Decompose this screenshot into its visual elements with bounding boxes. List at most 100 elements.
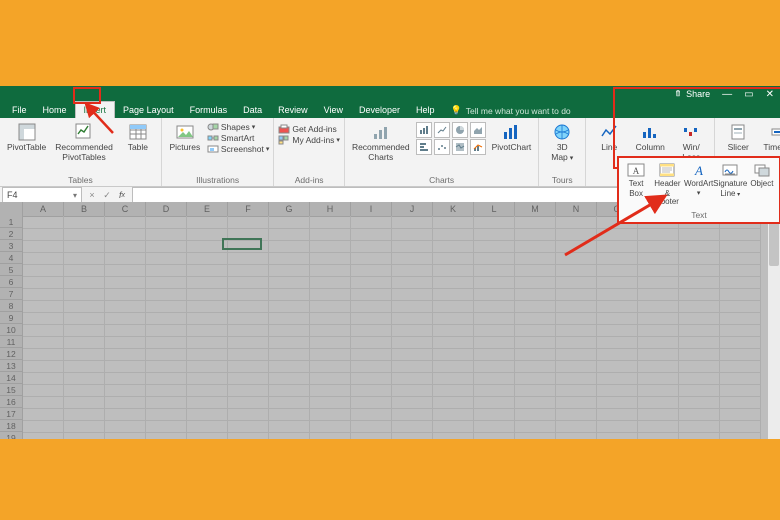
cell[interactable]: [269, 432, 310, 439]
column-header[interactable]: F: [228, 202, 269, 216]
row-header[interactable]: 4: [0, 252, 23, 264]
worksheet-grid[interactable]: ABCDEFGHIJKLMNOPQR 123456789101112131415…: [0, 202, 780, 439]
wordart-button[interactable]: A WordArt ▾: [684, 162, 714, 206]
cell[interactable]: [310, 432, 351, 439]
signature-line-button[interactable]: Signature Line ▾: [715, 162, 746, 206]
row-header[interactable]: 14: [0, 372, 23, 384]
chart-bar-icon[interactable]: [416, 139, 432, 155]
column-header[interactable]: M: [515, 202, 556, 216]
row-header[interactable]: 18: [0, 420, 23, 432]
pivottable-button[interactable]: PivotTable: [4, 120, 49, 154]
get-addins-button[interactable]: Get Add-ins: [278, 124, 340, 134]
tab-formulas[interactable]: Formulas: [182, 102, 236, 118]
cell[interactable]: [515, 432, 556, 439]
close-button[interactable]: ✕: [766, 89, 774, 100]
chart-pie-icon[interactable]: [452, 122, 468, 138]
share-button[interactable]: Share: [673, 89, 710, 99]
textbox-button[interactable]: A Text Box: [621, 162, 651, 206]
row-header[interactable]: 3: [0, 240, 23, 252]
row-header[interactable]: 8: [0, 300, 23, 312]
vertical-scrollbar[interactable]: [768, 202, 780, 439]
object-button[interactable]: Object: [747, 162, 777, 206]
cell[interactable]: [597, 432, 638, 439]
cell[interactable]: [679, 432, 720, 439]
tell-me-search[interactable]: 💡 Tell me what you want to do: [451, 105, 571, 116]
row-header[interactable]: 2: [0, 228, 23, 240]
accept-formula-icon[interactable]: ✓: [101, 189, 113, 201]
recommended-pivottables-button[interactable]: Recommended PivotTables: [52, 120, 116, 164]
column-header[interactable]: N: [556, 202, 597, 216]
cell[interactable]: [64, 432, 105, 439]
row-header[interactable]: 12: [0, 348, 23, 360]
my-addins-button[interactable]: My Add-ins▾: [278, 135, 340, 145]
chart-line-icon[interactable]: [434, 122, 450, 138]
row-header[interactable]: 6: [0, 276, 23, 288]
timeline-button[interactable]: Timeline: [760, 120, 780, 154]
tab-page-layout[interactable]: Page Layout: [115, 102, 182, 118]
minimize-button[interactable]: —: [722, 89, 732, 100]
column-header[interactable]: H: [310, 202, 351, 216]
chart-combo-icon[interactable]: [470, 139, 486, 155]
tab-insert[interactable]: Insert: [75, 101, 116, 118]
row-header[interactable]: 7: [0, 288, 23, 300]
pictures-button[interactable]: Pictures: [166, 120, 204, 154]
chart-column-icon[interactable]: [416, 122, 432, 138]
sparkline-column-button[interactable]: Column: [631, 120, 669, 154]
cell[interactable]: [392, 432, 433, 439]
cell[interactable]: [23, 432, 64, 439]
cell[interactable]: [105, 432, 146, 439]
slicer-button[interactable]: Slicer: [719, 120, 757, 154]
column-header[interactable]: G: [269, 202, 310, 216]
tab-help[interactable]: Help: [408, 102, 443, 118]
row-header[interactable]: 10: [0, 324, 23, 336]
column-header[interactable]: C: [105, 202, 146, 216]
row-header[interactable]: 1: [0, 216, 23, 228]
recommended-charts-button[interactable]: Recommended Charts: [349, 120, 413, 164]
tab-file[interactable]: File: [4, 102, 35, 118]
select-all-cell[interactable]: [0, 202, 23, 217]
cell[interactable]: [146, 432, 187, 439]
name-box[interactable]: F4▾: [2, 187, 82, 203]
sparkline-line-button[interactable]: Line: [590, 120, 628, 154]
column-header[interactable]: B: [64, 202, 105, 216]
tab-review[interactable]: Review: [270, 102, 316, 118]
maximize-button[interactable]: ▭: [744, 89, 753, 100]
cell[interactable]: [351, 432, 392, 439]
table-button[interactable]: Table: [119, 120, 157, 154]
tab-view[interactable]: View: [316, 102, 351, 118]
row-header[interactable]: 13: [0, 360, 23, 372]
column-header[interactable]: E: [187, 202, 228, 216]
cell[interactable]: [474, 432, 515, 439]
column-header[interactable]: J: [392, 202, 433, 216]
tab-data[interactable]: Data: [235, 102, 270, 118]
row-header[interactable]: 16: [0, 396, 23, 408]
column-header[interactable]: A: [23, 202, 64, 216]
column-header[interactable]: D: [146, 202, 187, 216]
screenshot-button[interactable]: Screenshot▾: [207, 144, 270, 154]
row-header[interactable]: 15: [0, 384, 23, 396]
column-header[interactable]: L: [474, 202, 515, 216]
row-header[interactable]: 5: [0, 264, 23, 276]
row-header[interactable]: 9: [0, 312, 23, 324]
row-header[interactable]: 17: [0, 408, 23, 420]
tab-home[interactable]: Home: [35, 102, 75, 118]
column-header[interactable]: I: [351, 202, 392, 216]
3d-map-button[interactable]: 3D Map ▾: [543, 120, 581, 165]
row-header[interactable]: 19: [0, 432, 23, 439]
column-header[interactable]: K: [433, 202, 474, 216]
pivotchart-button[interactable]: PivotChart: [489, 120, 535, 154]
header-footer-button[interactable]: Header & Footer: [652, 162, 682, 206]
shapes-button[interactable]: Shapes▾: [207, 122, 270, 132]
smartart-button[interactable]: SmartArt: [207, 133, 270, 143]
cell[interactable]: [720, 432, 761, 439]
chart-scatter-icon[interactable]: [434, 139, 450, 155]
chart-area-icon[interactable]: [470, 122, 486, 138]
tab-developer[interactable]: Developer: [351, 102, 408, 118]
cancel-formula-icon[interactable]: ×: [86, 189, 98, 201]
fx-icon[interactable]: fx: [116, 189, 128, 201]
cell[interactable]: [433, 432, 474, 439]
cell[interactable]: [638, 432, 679, 439]
row-header[interactable]: 11: [0, 336, 23, 348]
chart-map-icon[interactable]: [452, 139, 468, 155]
cell[interactable]: [556, 432, 597, 439]
